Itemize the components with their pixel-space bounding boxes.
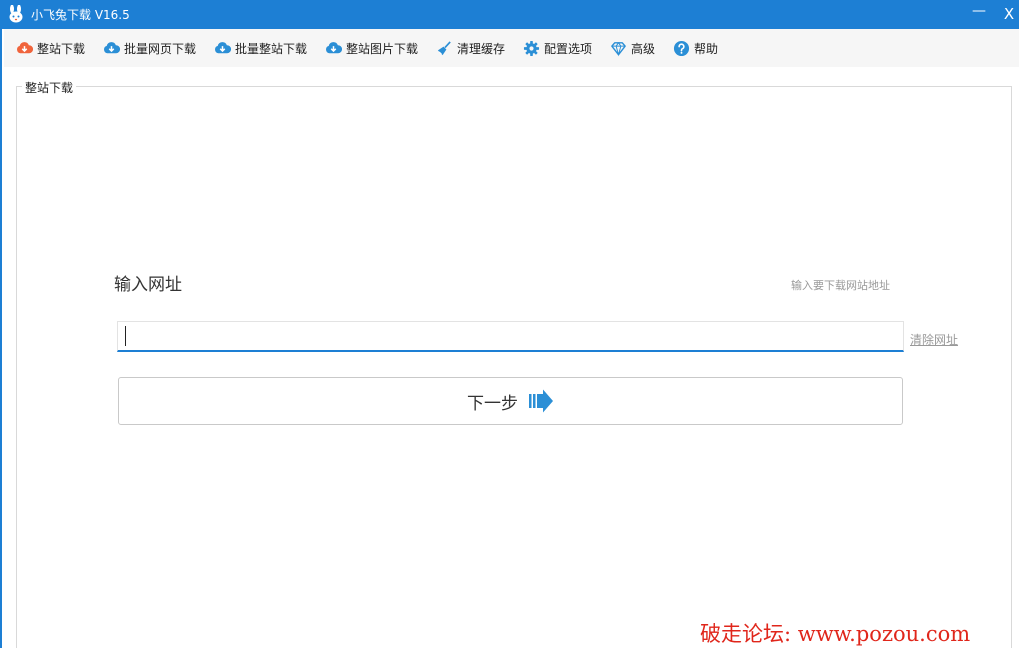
toolbar-batch-page-download[interactable]: 批量网页下载 (103, 38, 196, 58)
text-caret (125, 326, 126, 346)
gear-icon (523, 40, 540, 56)
site-download-group (16, 86, 1012, 648)
toolbar-label: 批量整站下载 (235, 41, 308, 56)
toolbar-label: 配置选项 (544, 41, 593, 56)
diamond-icon (611, 41, 626, 56)
cloud-download-icon (17, 41, 33, 53)
toolbar-label: 整站图片下载 (346, 41, 419, 56)
arrow-right-icon (529, 389, 553, 413)
minimize-button[interactable]: — (968, 3, 990, 25)
next-step-label: 下一步 (467, 393, 518, 414)
toolbar-label: 高级 (631, 41, 656, 56)
app-window: 小飞兔下载 V16.5 — X 整站下载 批量网页下载 批量整站下载 整站图片下… (0, 0, 1019, 648)
cloud-download-icon (104, 41, 120, 53)
toolbar-advanced[interactable]: 高级 (610, 38, 655, 58)
watermark-text: 破走论坛: www.pozou.com (700, 622, 971, 646)
clear-url-link[interactable]: 清除网址 (910, 331, 958, 348)
toolbar-label: 帮助 (694, 41, 719, 56)
toolbar-label: 批量网页下载 (124, 41, 197, 56)
toolbar-label: 清理缓存 (457, 41, 506, 56)
toolbar-clear-cache[interactable]: 清理缓存 (436, 38, 505, 58)
title-bar: 小飞兔下载 V16.5 — X (2, 0, 1019, 29)
help-icon (673, 40, 690, 56)
toolbar-label: 整站下载 (37, 41, 86, 56)
url-hint: 输入要下载网站地址 (791, 279, 890, 292)
toolbar: 整站下载 批量网页下载 批量整站下载 整站图片下载 清理缓存 配置选项 高级 帮… (4, 29, 1019, 67)
url-title: 输入网址 (114, 275, 182, 295)
cloud-download-icon (215, 41, 231, 53)
close-button[interactable]: X (998, 5, 1019, 27)
toolbar-site-download[interactable]: 整站下载 (16, 38, 85, 58)
next-step-button[interactable]: 下一步 (118, 377, 903, 425)
rabbit-logo-icon (9, 5, 23, 23)
toolbar-site-image-download[interactable]: 整站图片下载 (325, 38, 418, 58)
toolbar-config-options[interactable]: 配置选项 (523, 38, 592, 58)
window-title: 小飞兔下载 V16.5 (31, 8, 130, 22)
url-input[interactable] (117, 321, 904, 352)
toolbar-help[interactable]: 帮助 (673, 38, 718, 58)
group-label: 整站下载 (22, 79, 77, 96)
broom-icon (437, 40, 451, 55)
cloud-download-icon (326, 41, 342, 53)
toolbar-batch-site-download[interactable]: 批量整站下载 (214, 38, 307, 58)
